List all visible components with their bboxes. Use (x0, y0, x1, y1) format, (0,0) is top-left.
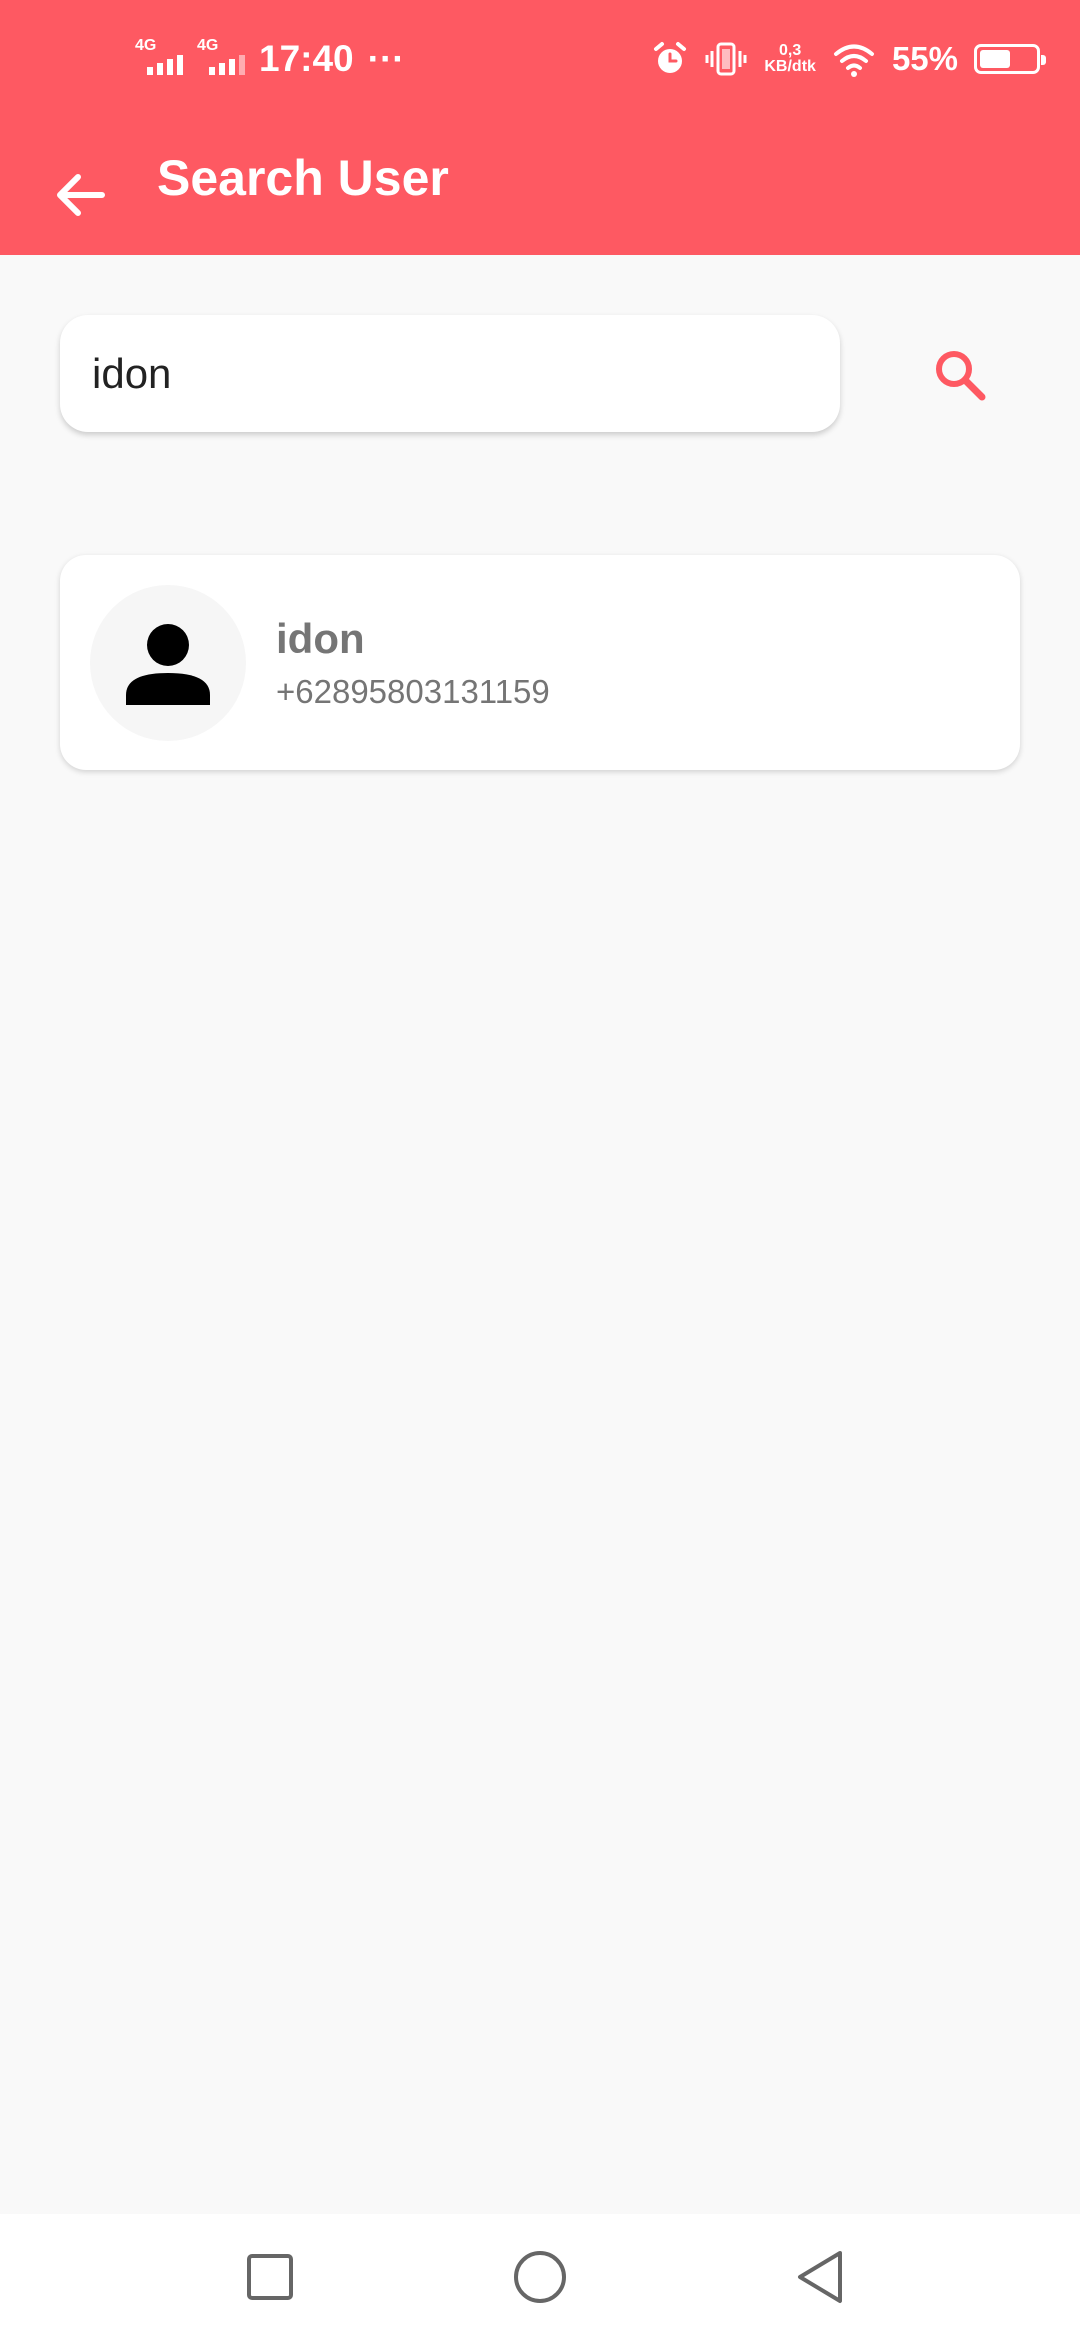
search-input[interactable] (90, 348, 794, 399)
net-speed-value: 0,3 (779, 42, 802, 59)
wifi-icon (833, 44, 874, 77)
search-button[interactable] (920, 335, 1000, 415)
app-bar: 4G 4G 17:40 ··· 0,3 KB/dtk 55% Search Us… (0, 0, 1080, 255)
arrow-left-icon (57, 174, 105, 216)
alarm-icon (654, 42, 687, 73)
triangle-back-icon (798, 2251, 842, 2303)
home-button[interactable] (500, 2237, 580, 2317)
person-icon (126, 624, 210, 705)
avatar (90, 585, 246, 741)
recents-button[interactable] (230, 2237, 310, 2317)
search-icon (936, 351, 986, 401)
search-field[interactable] (60, 315, 840, 432)
battery-icon (974, 44, 1046, 74)
user-name: idon (276, 615, 365, 662)
net-speed-unit: KB/dtk (764, 58, 816, 75)
circle-icon (514, 2251, 566, 2303)
more-notifications: ··· (367, 38, 405, 79)
battery-fill (980, 50, 1010, 68)
list-item[interactable]: idon +62895803131159 (60, 555, 1020, 770)
net-speed: 0,3 KB/dtk (764, 43, 816, 75)
back-button[interactable] (40, 155, 120, 235)
page-title: Search User (157, 150, 449, 206)
toolbar: Search User (0, 120, 1080, 255)
battery-percent: 55% (891, 40, 958, 77)
back-nav-button[interactable] (780, 2237, 860, 2317)
vibrate-icon (705, 42, 747, 76)
network-type-1: 4G (135, 37, 157, 54)
user-phone: +62895803131159 (276, 673, 550, 710)
signal-1-icon: 4G (135, 37, 183, 81)
clock: 17:40 (259, 38, 354, 79)
status-left: 4G 4G 17:40 ··· (135, 34, 405, 84)
system-nav-bar (0, 2214, 1080, 2340)
network-type-2: 4G (197, 37, 219, 54)
square-icon (247, 2254, 293, 2300)
status-right: 0,3 KB/dtk 55% (652, 34, 1046, 84)
signal-2-icon: 4G (197, 37, 245, 81)
status-bar: 4G 4G 17:40 ··· 0,3 KB/dtk 55% (0, 0, 1080, 120)
